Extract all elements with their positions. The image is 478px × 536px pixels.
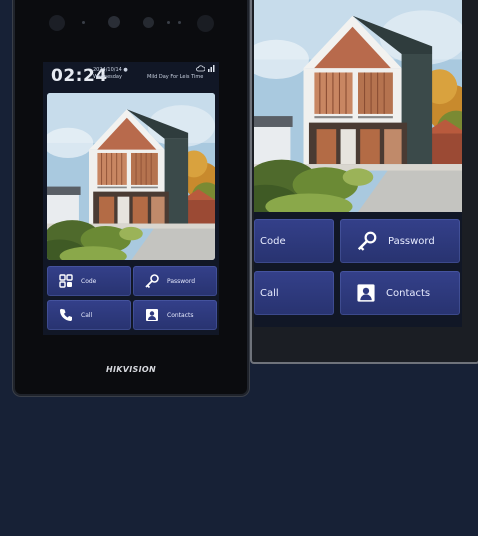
house-photo [254, 0, 462, 212]
cloud-icon [195, 65, 206, 72]
key-icon [141, 270, 163, 292]
brand-logo: HIKVISION [106, 365, 156, 374]
keypad-icon [55, 270, 77, 292]
date-text: 2024/10/14 ● [93, 67, 128, 73]
call-button-label: Call [81, 311, 93, 319]
contact-card-icon [356, 283, 376, 303]
call-button-label: Call [260, 287, 279, 299]
camera-lens-icon [49, 15, 65, 31]
signal-icon [208, 65, 215, 72]
password-button-label: Password [167, 277, 196, 285]
code-button[interactable]: Code [47, 266, 131, 296]
camera-lens-icon [197, 15, 214, 32]
call-button[interactable]: Call [47, 300, 131, 330]
contacts-button[interactable]: Contacts [133, 300, 217, 330]
call-button[interactable]: Call [254, 271, 334, 315]
contacts-button[interactable]: Contacts [340, 271, 460, 315]
right-intercom-device: Code Password Call Contacts [250, 0, 478, 364]
code-button-label: Code [260, 235, 286, 247]
intercom-screen: Code Password Call Contacts [254, 0, 462, 327]
camera-lens-icon [143, 17, 154, 28]
key-icon [356, 230, 378, 252]
date-block: 2024/10/14 ● Wednesday [93, 67, 128, 81]
password-button[interactable]: Password [340, 219, 460, 263]
password-button-label: Password [388, 235, 435, 247]
camera-lens-icon [108, 16, 120, 28]
password-button[interactable]: Password [133, 266, 217, 296]
contacts-button-label: Contacts [386, 287, 431, 299]
indicator-dot-icon [178, 21, 181, 24]
code-button[interactable]: Code [254, 219, 334, 263]
phone-icon [55, 304, 77, 326]
code-button-label: Code [81, 277, 97, 285]
indicator-dot-icon [82, 21, 85, 24]
weekday-text: Wednesday [93, 74, 122, 80]
left-intercom-device: 02:24 2024/10/14 ● Wednesday Mild Day Fo… [15, 0, 247, 394]
house-photo [47, 93, 215, 260]
weather-message: Mild Day For Leis Time [147, 74, 204, 80]
intercom-screen: 02:24 2024/10/14 ● Wednesday Mild Day Fo… [43, 62, 219, 335]
status-bar: 02:24 2024/10/14 ● Wednesday Mild Day Fo… [43, 62, 219, 92]
contact-card-icon [141, 304, 163, 326]
contacts-button-label: Contacts [167, 311, 194, 319]
status-icons [195, 65, 215, 74]
indicator-dot-icon [167, 21, 170, 24]
